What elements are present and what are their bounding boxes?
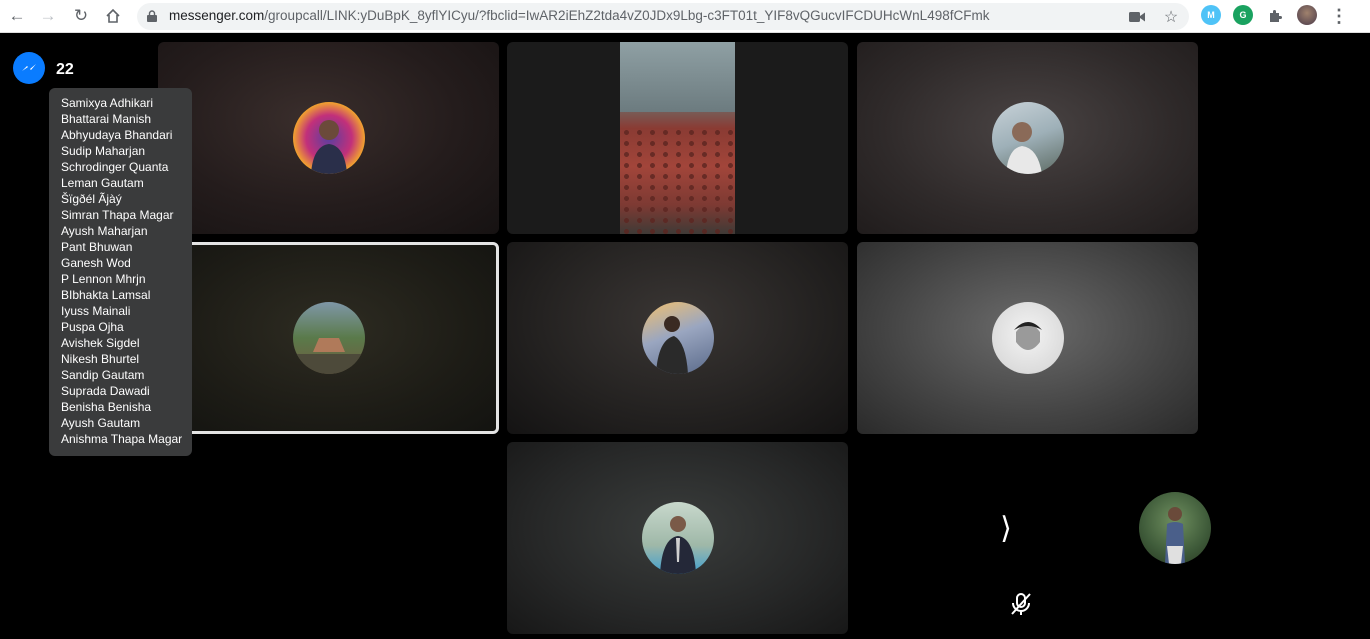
participant-tile[interactable] xyxy=(158,42,499,234)
participant-name: Benisha Benisha xyxy=(61,400,152,414)
participant-tile[interactable] xyxy=(507,442,848,634)
self-view-avatar[interactable] xyxy=(1139,492,1211,564)
extension-m-icon[interactable]: M xyxy=(1201,5,1221,25)
group-call-stage: 22 ⟩ Samixya Adhikari Bhattarai Manish A… xyxy=(0,34,1370,639)
profile-avatar-icon[interactable] xyxy=(1297,5,1317,25)
participant-name: Bhattarai Manish xyxy=(61,112,152,126)
address-bar[interactable]: messenger.com/groupcall/LINK:yDuBpK_8yfl… xyxy=(137,3,1189,30)
participant-name: Ganesh Wod xyxy=(61,256,131,270)
url-path: /groupcall/LINK:yDuBpK_8yflYICyu/?fbclid… xyxy=(264,8,990,23)
forward-arrow-icon[interactable]: → xyxy=(36,5,60,27)
bookmark-star-icon[interactable]: ☆ xyxy=(1161,7,1181,27)
participant-name: Sandip Gautam xyxy=(61,368,145,382)
participant-name: BIbhakta Lamsal xyxy=(61,288,151,302)
participant-name: Iyuss Mainali xyxy=(61,304,131,318)
participant-avatar xyxy=(641,302,714,374)
participant-avatar xyxy=(991,302,1064,374)
extension-grammarly-icon[interactable]: G xyxy=(1233,5,1253,25)
participant-name: Šïgðél Ãjàý xyxy=(61,192,122,206)
participant-name: Suprada Dawadi xyxy=(61,384,150,398)
participant-avatar xyxy=(292,102,365,174)
camera-icon[interactable] xyxy=(1127,7,1147,27)
extension-m-label: M xyxy=(1207,10,1215,20)
participant-name: Abhyudaya Bhandari xyxy=(61,128,173,142)
participant-avatar xyxy=(641,502,714,574)
participant-name: Ayush Gautam xyxy=(61,416,141,430)
messenger-logo-icon[interactable] xyxy=(13,52,45,84)
participant-avatar xyxy=(991,102,1064,174)
extension-g-label: G xyxy=(1239,10,1247,20)
participant-tile[interactable] xyxy=(857,42,1198,234)
url-text: messenger.com/groupcall/LINK:yDuBpK_8yfl… xyxy=(169,8,989,23)
participant-name: Puspa Ojha xyxy=(61,320,124,334)
participant-tile[interactable] xyxy=(857,242,1198,434)
participant-name: Simran Thapa Magar xyxy=(61,208,174,222)
microphone-muted-icon[interactable] xyxy=(1008,591,1034,617)
participant-name: Anishma Thapa Magar xyxy=(61,432,183,446)
participant-tile[interactable] xyxy=(507,242,848,434)
lock-icon xyxy=(147,10,157,22)
participant-name: Schrodinger Quanta xyxy=(61,160,169,174)
participant-name: Nikesh Bhurtel xyxy=(61,352,140,366)
reload-icon[interactable]: ↻ xyxy=(69,5,93,27)
participant-name: Avishek Sigdel xyxy=(61,336,140,350)
participant-name: Samixya Adhikari xyxy=(61,96,154,110)
active-speaker-tile[interactable] xyxy=(158,242,499,434)
participant-name: Pant Bhuwan xyxy=(61,240,133,254)
url-host: messenger.com xyxy=(169,8,265,23)
participant-video-tile[interactable] xyxy=(507,42,848,234)
participant-name: P Lennon Mhrjn xyxy=(61,272,146,286)
puzzle-extensions-icon[interactable] xyxy=(1263,5,1287,27)
home-icon[interactable] xyxy=(101,5,125,27)
participant-name: Sudip Maharjan xyxy=(61,144,146,158)
participant-avatar xyxy=(292,302,365,374)
participant-count[interactable]: 22 xyxy=(56,61,74,79)
participant-name: Ayush Maharjan xyxy=(61,224,148,238)
browser-toolbar: ← → ↻ messenger.com/groupcall/LINK:yDuBp… xyxy=(0,0,1370,33)
kebab-menu-icon[interactable]: ⋮ xyxy=(1327,5,1351,27)
live-video-feed xyxy=(620,42,735,234)
next-page-chevron-icon[interactable]: ⟩ xyxy=(995,510,1017,546)
back-arrow-icon[interactable]: ← xyxy=(5,5,29,27)
participants-tooltip: Samixya Adhikari Bhattarai Manish Abhyuday… xyxy=(49,88,192,456)
participant-name: Leman Gautam xyxy=(61,176,144,190)
